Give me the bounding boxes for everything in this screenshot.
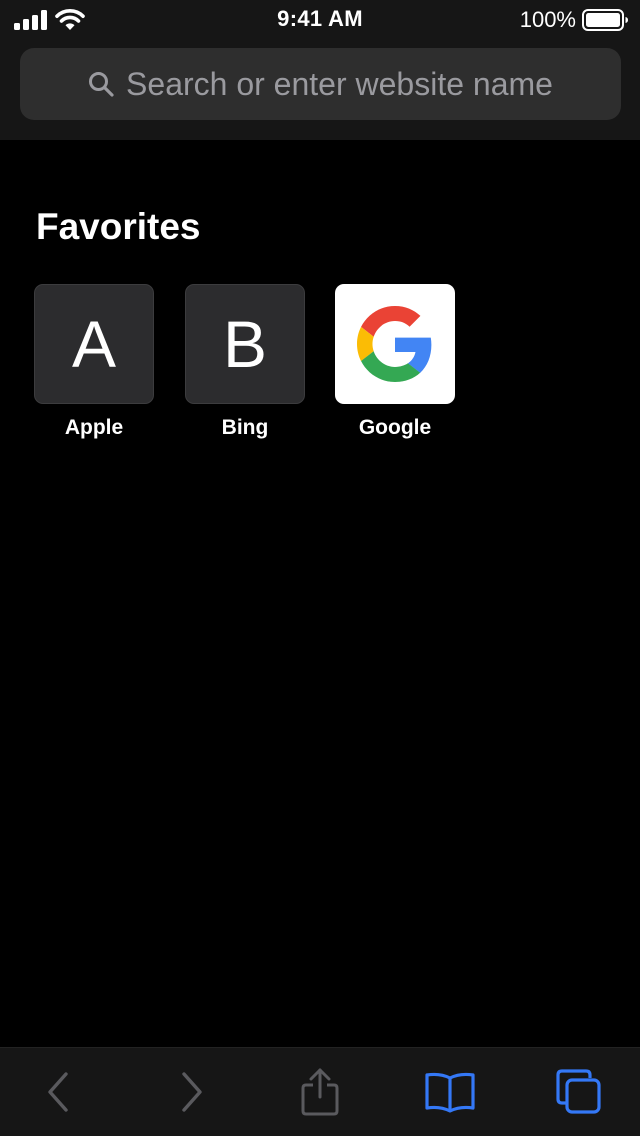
favorite-letter: A [71, 307, 117, 381]
search-placeholder: Search or enter website name [126, 65, 553, 102]
favorites-heading: Favorites [36, 206, 201, 247]
favorite-bing[interactable]: B Bing [185, 284, 305, 440]
forward-arrow-icon [182, 1072, 202, 1112]
bottom-toolbar [0, 1047, 640, 1136]
top-chrome: 9:41 AM 100% Search or enter website nam… [0, 0, 640, 140]
favorite-label: Google [358, 416, 432, 439]
favorite-tile[interactable] [335, 284, 455, 404]
share-button[interactable] [294, 1066, 346, 1118]
search-input[interactable]: Search or enter website name [20, 48, 621, 120]
search-icon [89, 72, 114, 97]
battery-icon [582, 9, 628, 31]
back-button[interactable] [33, 1066, 85, 1118]
share-icon [301, 1068, 339, 1116]
favorite-apple[interactable]: A Apple [34, 284, 154, 440]
forward-button[interactable] [165, 1066, 217, 1118]
favorite-label: Bing [221, 416, 269, 439]
status-bar: 9:41 AM 100% [0, 0, 640, 40]
battery-percentage: 100% [519, 7, 576, 32]
bookmarks-icon [425, 1072, 475, 1113]
back-arrow-icon [48, 1072, 68, 1112]
favorite-tile[interactable]: B [185, 284, 305, 404]
favorite-label: Apple [64, 416, 124, 439]
bookmarks-button[interactable] [424, 1066, 476, 1118]
favorite-tile[interactable]: A [34, 284, 154, 404]
tabs-button[interactable] [553, 1066, 605, 1118]
tabs-icon [556, 1069, 601, 1114]
favorite-letter: B [222, 307, 268, 381]
google-logo-icon [357, 306, 432, 382]
favorite-google[interactable]: Google [335, 284, 455, 440]
